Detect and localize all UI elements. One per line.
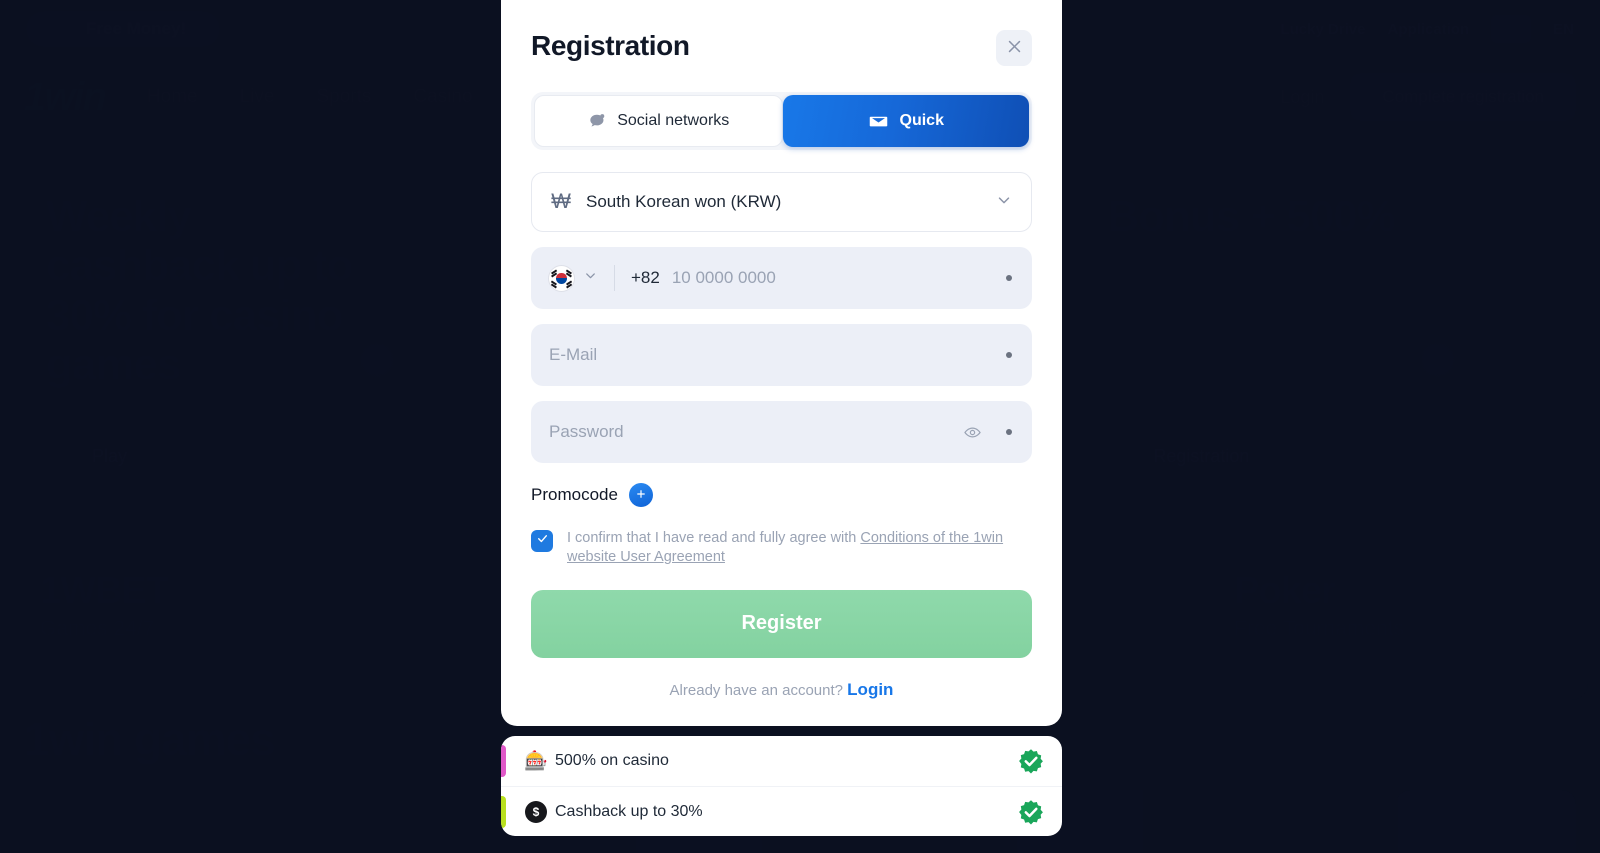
south-korea-flag-icon [549,265,574,291]
bonus-item[interactable]: 🎰 500% on casino [501,736,1062,786]
dollar-coin-glyph: $ [525,800,547,823]
application-windows-label: Application [1387,20,1470,38]
verified-check-icon [1018,799,1044,825]
windows-icon [1491,15,1532,43]
category-card: Poker Free Tournaments [1206,540,1588,700]
registration-method-tabs: Social networks Quick [531,92,1032,150]
nav-item-sports: Sports [316,86,372,107]
page-title: Registration [531,30,690,61]
agreement-text-before: I confirm that I have read and fully agr… [567,530,861,546]
nav-item-casino: Casino [413,86,473,107]
chat-bubble-icon [587,112,606,131]
tab-quick-label: Quick [899,112,944,129]
login-prompt-row: Already have an account? Login [531,680,1032,700]
envelope-icon [868,111,889,132]
background-banner: Weekly cashback up to 30% for casino gam… [12,150,527,520]
nav-item-home: Home [146,86,198,107]
promocode-row: Promocode [531,483,1032,507]
won-symbol-icon: ₩ [551,190,571,213]
banner-title: Bonus + 500% [1107,192,1396,241]
eye-icon[interactable] [963,423,982,442]
game-tile [1200,790,1380,853]
slot-machine-icon: 🎰 [524,751,548,772]
category-title: 1WBET [40,570,169,612]
registration-modal: Registration Social networks Quick ₩ Sou… [501,0,1062,726]
background-topbar-right: Lucky Drive Application EN [1280,15,1574,43]
field-divider [614,265,615,291]
register-button[interactable]: Register [531,589,1032,658]
banner-button: Registration [1107,429,1296,484]
phone-input-placeholder[interactable]: 10 0000 0000 [672,268,776,288]
game-tile [24,790,204,853]
lucky-drive-label: Lucky Drive [1280,20,1366,38]
bonus-item-label: Cashback up to 30% [555,802,703,820]
bonus-bar: 🎰 500% on casino $ Cashback up to 30% [501,736,1062,836]
nav-item-live: Live [239,86,275,107]
required-indicator-dot [1006,352,1012,358]
chevron-down-icon [995,191,1013,214]
promocode-add-button[interactable] [628,483,653,507]
currency-select-value: South Korean won (KRW) [586,192,782,211]
chevron-down-icon [583,268,598,288]
required-indicator-dot [1006,275,1012,281]
required-indicator-dot [1006,429,1012,435]
game-tile [220,790,400,853]
email-field[interactable]: E-Mail [531,324,1032,386]
plus-icon [635,488,647,503]
game-tile [1396,790,1576,853]
nav-login-link: Login [1280,86,1325,107]
password-field[interactable]: Password [531,401,1032,463]
bonus-accent-strip [501,796,506,828]
nav-complete-registration-button: Complete registration [1350,73,1576,121]
category-subtitle: Free Tournaments [1234,617,1405,640]
category-card: 1WBET Games 24/7 [12,540,394,700]
tab-social-networks-label: Social networks [617,112,730,129]
modal-header: Registration [531,24,1032,66]
agreement-text: I confirm that I have read and fully agr… [567,529,1032,568]
close-icon [1006,38,1023,58]
money-coin-icon: $ [523,800,549,823]
banner-button: Play [46,429,174,484]
bonus-accent-strip [501,745,506,777]
bonus-item-label: 500% on casino [555,752,669,769]
agreement-checkbox[interactable] [531,530,553,552]
login-prompt-text: Already have an account? [669,681,843,699]
email-input-placeholder[interactable]: E-Mail [549,345,597,365]
phone-dial-code: +82 [631,268,660,287]
close-button[interactable] [996,30,1032,66]
currency-select[interactable]: ₩ South Korean won (KRW) [531,172,1032,232]
country-code-select[interactable] [549,265,598,291]
tab-social-networks[interactable]: Social networks [534,95,783,147]
free-money-badge: Free Money! [26,11,221,47]
category-title: Poker [1234,570,1336,612]
bonus-item[interactable]: $ Cashback up to 30% [501,786,1062,836]
password-input-placeholder[interactable]: Password [549,422,624,442]
background-nav-right: Login Complete registration [1280,73,1576,121]
checkmark-icon [536,532,549,550]
login-link[interactable]: Login [847,680,893,699]
background-banner: Bonus + 500% Registration [1073,150,1589,520]
banner-artwork [1318,240,1589,520]
phone-field[interactable]: +82 10 0000 0000 [531,247,1032,309]
site-logo: 1win [24,74,107,119]
promocode-label: Promocode [531,485,618,504]
tab-quick[interactable]: Quick [782,95,1029,147]
verified-check-icon [1018,748,1044,774]
language-label: EN [1553,20,1574,38]
agreement-row: I confirm that I have read and fully agr… [531,529,1032,568]
category-subtitle: Games 24/7 [40,617,155,640]
